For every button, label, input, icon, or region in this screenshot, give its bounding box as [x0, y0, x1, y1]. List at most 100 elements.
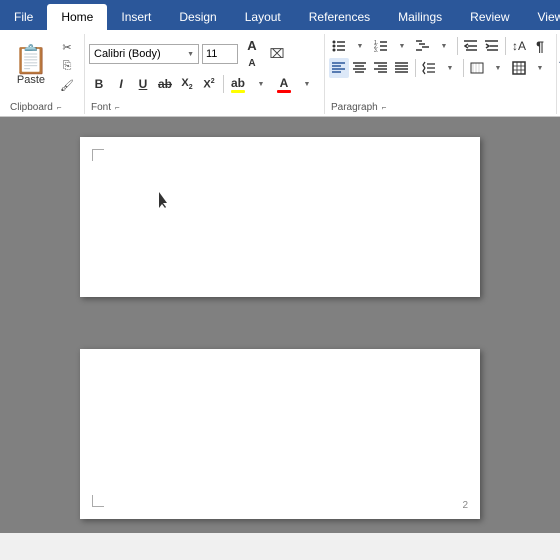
font-name-row: Calibri (Body) ▼ 11 A A ⌧ — [89, 36, 288, 72]
para-list-row: ▼ 1. 2. 3. ▼ — [329, 36, 550, 56]
line-spacing-button[interactable] — [419, 58, 439, 78]
tab-file[interactable]: File — [0, 4, 47, 30]
font-color-dropdown-arrow: ▼ — [304, 81, 311, 88]
bold-button[interactable]: B — [89, 74, 109, 94]
justify-button[interactable] — [392, 58, 412, 78]
bullets-button[interactable] — [329, 36, 349, 56]
increase-indent-button[interactable] — [482, 36, 502, 56]
tab-insert[interactable]: Insert — [107, 4, 165, 30]
align-right-button[interactable] — [371, 58, 391, 78]
subscript-button[interactable]: X2 — [177, 74, 197, 94]
shading-dropdown-button[interactable]: ▼ — [488, 58, 508, 78]
paste-button[interactable]: 📋 Paste — [8, 36, 54, 96]
numbering-button[interactable]: 1. 2. 3. — [371, 36, 391, 56]
clear-formatting-button[interactable]: ⌧ — [266, 45, 288, 63]
copy-button[interactable]: ⎘ — [56, 57, 78, 75]
highlight-color-button[interactable]: ab — [228, 74, 248, 94]
tab-view[interactable]: View — [524, 4, 560, 30]
strikethrough-icon: ab — [158, 77, 172, 91]
highlight-dropdown-button[interactable]: ▼ — [250, 75, 272, 93]
tab-references[interactable]: References — [295, 4, 384, 30]
align-left-button[interactable] — [329, 58, 349, 78]
para-separator1 — [457, 37, 458, 55]
borders-dropdown-arrow: ▼ — [537, 65, 544, 72]
tab-design[interactable]: Design — [165, 4, 230, 30]
underline-button[interactable]: U — [133, 74, 153, 94]
clipboard-small-buttons: ✂ ⎘ 🖌 — [56, 38, 78, 94]
document-page-2[interactable]: 2 — [80, 349, 480, 519]
shading-button[interactable] — [467, 58, 487, 78]
subscript-icon: X2 — [181, 77, 192, 91]
decrease-indent-button[interactable] — [461, 36, 481, 56]
numbering-icon: 1. 2. 3. — [374, 39, 388, 53]
font-color-indicator — [277, 90, 291, 93]
cut-button[interactable]: ✂ — [56, 38, 78, 56]
cursor-icon — [155, 192, 167, 208]
font-size-increase-button[interactable]: A — [241, 36, 263, 54]
font-size-value: 11 — [206, 48, 217, 60]
tab-home[interactable]: Home — [47, 4, 107, 30]
clipboard-group-label: Clipboard — [8, 102, 55, 113]
numbering-dropdown-button[interactable]: ▼ — [392, 36, 412, 56]
tab-layout[interactable]: Layout — [231, 4, 295, 30]
italic-button[interactable]: I — [111, 74, 131, 94]
paragraph-group-label: Paragraph — [329, 102, 380, 113]
multilevel-dropdown-arrow: ▼ — [441, 43, 448, 50]
tab-review[interactable]: Review — [456, 4, 523, 30]
paste-icon: 📋 — [14, 46, 49, 74]
format-painter-button[interactable]: 🖌 — [56, 76, 78, 94]
superscript-button[interactable]: X2 — [199, 74, 219, 94]
page-margin-corner-tl — [92, 149, 104, 161]
font-size-decrease-button[interactable]: A — [241, 54, 263, 72]
font-format-row: B I U ab X2 X2 ab — [89, 74, 318, 94]
paragraph-expand-icon[interactable]: ⌐ — [382, 103, 387, 112]
page-margin-corner-bl — [92, 495, 104, 507]
justify-icon — [395, 61, 409, 75]
borders-icon — [512, 61, 526, 75]
line-spacing-icon — [422, 61, 436, 75]
tab-bar: File Home Insert Design Layout Reference… — [0, 0, 560, 30]
clipboard-group: 📋 Paste ✂ ⎘ 🖌 Clipboard ⌐ — [4, 34, 85, 114]
sort-button[interactable]: ↕A — [509, 36, 529, 56]
align-right-icon — [374, 61, 388, 75]
font-color-button[interactable]: A — [274, 74, 294, 94]
highlight-icon: ab — [231, 76, 245, 90]
font-expand-icon[interactable]: ⌐ — [115, 103, 120, 112]
numbering-dropdown-arrow: ▼ — [399, 43, 406, 50]
separator — [223, 75, 224, 93]
clipboard-expand-icon[interactable]: ⌐ — [57, 103, 62, 112]
para-align-row: ▼ ▼ — [329, 58, 550, 78]
multilevel-dropdown-button[interactable]: ▼ — [434, 36, 454, 56]
superscript-icon: X2 — [203, 78, 214, 91]
font-size-arrows: A A — [241, 36, 263, 72]
multilevel-list-icon — [416, 39, 430, 53]
tab-mailings[interactable]: Mailings — [384, 4, 456, 30]
underline-icon: U — [139, 77, 148, 91]
line-spacing-dropdown-button[interactable]: ▼ — [440, 58, 460, 78]
font-name-select[interactable]: Calibri (Body) ▼ — [89, 44, 199, 64]
increase-indent-icon — [485, 39, 499, 53]
show-formatting-button[interactable]: ¶ — [530, 36, 550, 56]
align-center-button[interactable] — [350, 58, 370, 78]
bullets-icon — [332, 39, 346, 53]
cursor-area — [155, 192, 167, 211]
strikethrough-button[interactable]: ab — [155, 74, 175, 94]
multilevel-list-button[interactable] — [413, 36, 433, 56]
document-page-1[interactable] — [80, 137, 480, 297]
shading-dropdown-arrow: ▼ — [495, 65, 502, 72]
bullets-dropdown-button[interactable]: ▼ — [350, 36, 370, 56]
shading-icon — [470, 61, 484, 75]
highlight-dropdown-arrow: ▼ — [258, 81, 265, 88]
borders-dropdown-button[interactable]: ▼ — [530, 58, 550, 78]
svg-text:3.: 3. — [374, 48, 378, 53]
borders-button[interactable] — [509, 58, 529, 78]
para-separator4 — [463, 59, 464, 77]
highlight-color-indicator — [231, 90, 245, 93]
font-color-dropdown-button[interactable]: ▼ — [296, 75, 318, 93]
decrease-indent-icon — [464, 39, 478, 53]
font-group-label: Font — [89, 102, 113, 113]
font-size-select[interactable]: 11 — [202, 44, 238, 64]
second-page-area: 2 — [0, 343, 560, 533]
para-separator2 — [505, 37, 506, 55]
paste-label: Paste — [17, 74, 45, 86]
